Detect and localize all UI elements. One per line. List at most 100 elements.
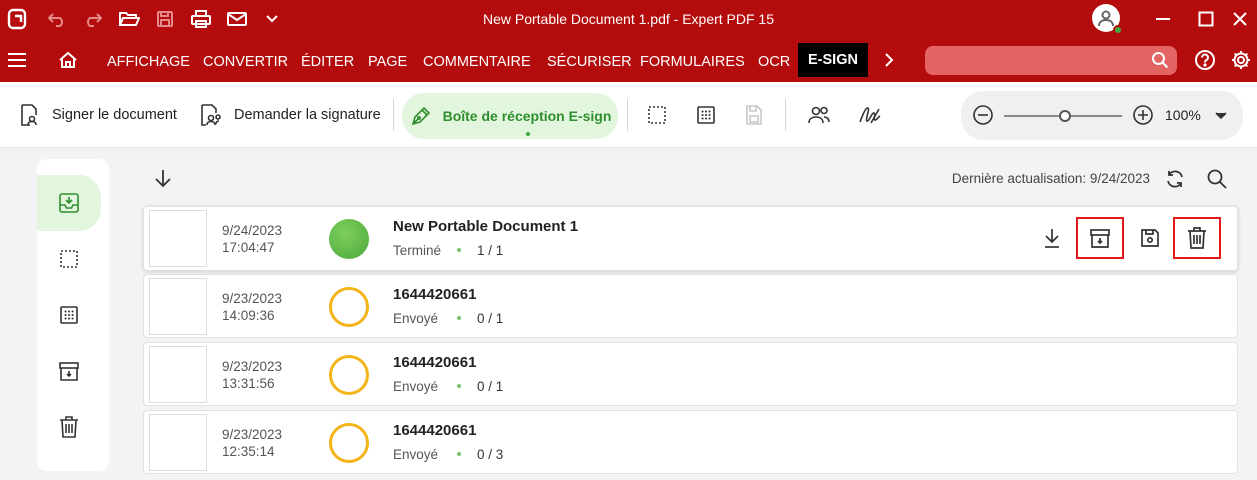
refresh-icon[interactable] (1161, 165, 1189, 193)
row-status: Envoyé (393, 311, 439, 326)
folder-trash[interactable] (37, 399, 101, 455)
inbox-icon (59, 193, 79, 213)
document-thumbnail (149, 278, 207, 335)
row-document-name: 1644420661 (393, 354, 477, 371)
document-thumbnail (149, 346, 207, 403)
row-status: Envoyé (393, 447, 439, 462)
sort-down-arrow-icon[interactable] (150, 165, 176, 191)
home-icon[interactable] (55, 38, 81, 82)
zoom-control: 100% (961, 91, 1243, 140)
tab-e-sign[interactable]: E-SIGN (798, 43, 868, 77)
row-document-name: New Portable Document 1 (393, 218, 579, 235)
tab-editer[interactable]: ÉDITER (301, 38, 354, 82)
document-row[interactable]: 9/24/2023 17:04:47 New Portable Document… (143, 206, 1238, 271)
tab-page[interactable]: PAGE (368, 38, 407, 82)
row-bullet (457, 316, 461, 320)
zoom-in-icon[interactable] (1132, 104, 1154, 126)
sign-document-label: Signer le document (52, 107, 177, 123)
row-signature-count: 1 / 1 (477, 243, 504, 258)
dotted-grid-icon[interactable] (691, 82, 721, 148)
request-signature-button[interactable]: Demander la signature (198, 82, 381, 148)
maximize-icon[interactable] (1191, 0, 1221, 38)
zoom-out-icon[interactable] (972, 104, 994, 126)
row-signature-count: 0 / 3 (477, 447, 504, 462)
archive-icon[interactable] (1076, 217, 1124, 259)
save-document-icon[interactable] (739, 82, 769, 148)
dashed-square-icon[interactable] (642, 82, 672, 148)
online-status-dot (1113, 25, 1123, 35)
document-row[interactable]: 9/23/2023 13:31:56 1644420661 Envoyé 0 /… (143, 342, 1238, 406)
tab-formulaires[interactable]: FORMULAIRES (640, 38, 745, 82)
pen-nib-icon (411, 106, 430, 126)
chevron-down-icon[interactable] (260, 0, 284, 38)
status-complete-indicator (329, 219, 369, 259)
download-icon[interactable] (1028, 217, 1076, 259)
trash-icon[interactable] (1173, 217, 1221, 259)
row-document-name: 1644420661 (393, 286, 477, 303)
menu-bar: AFFICHAGE CONVERTIR ÉDITER PAGE COMMENTA… (0, 38, 1257, 82)
row-signature-count: 0 / 1 (477, 379, 504, 394)
minimize-icon[interactable] (1148, 0, 1178, 38)
app-logo-icon[interactable] (4, 0, 30, 38)
toolbar-divider (785, 99, 786, 131)
signature-icon[interactable] (855, 82, 885, 148)
tab-convertir[interactable]: CONVERTIR (203, 38, 288, 82)
folder-inbox[interactable] (37, 175, 101, 231)
contacts-icon[interactable] (804, 82, 834, 148)
folder-drafts[interactable] (37, 231, 101, 287)
row-signature-count: 0 / 1 (477, 311, 504, 326)
folder-archive[interactable] (37, 343, 101, 399)
tab-affichage[interactable]: AFFICHAGE (107, 38, 190, 82)
zoom-slider-thumb[interactable] (1059, 110, 1071, 122)
row-date: 9/23/2023 (222, 291, 283, 306)
print-icon[interactable] (188, 0, 214, 38)
document-row[interactable]: 9/23/2023 12:35:14 1644420661 Envoyé 0 /… (143, 410, 1238, 474)
e-sign-inbox-button[interactable]: Boîte de réception E-sign (402, 93, 618, 139)
e-sign-toolbar: Signer le document Demander la signature… (0, 82, 1257, 148)
tab-commentaire[interactable]: COMMENTAIRE (423, 38, 531, 82)
save-icon[interactable] (152, 0, 178, 38)
tab-securiser[interactable]: SÉCURISER (547, 38, 632, 82)
active-indicator-dot (526, 132, 530, 136)
e-sign-inbox-label: Boîte de réception E-sign (442, 108, 612, 124)
row-bullet (457, 452, 461, 456)
row-time: 13:31:56 (222, 376, 275, 391)
row-time: 17:04:47 (222, 240, 275, 255)
zoom-level[interactable]: 100% (1165, 91, 1201, 140)
hamburger-menu-icon[interactable] (5, 38, 29, 82)
search-icon[interactable] (1151, 51, 1169, 69)
undo-icon[interactable] (44, 0, 70, 38)
help-icon[interactable] (1193, 38, 1217, 82)
row-time: 12:35:14 (222, 444, 275, 459)
sign-document-button[interactable]: Signer le document (18, 82, 177, 148)
request-signature-icon (201, 104, 221, 126)
title-bar: New Portable Document 1.pdf - Expert PDF… (0, 0, 1257, 38)
open-folder-icon[interactable] (116, 0, 142, 38)
row-date: 9/23/2023 (222, 427, 283, 442)
status-pending-indicator (329, 423, 369, 463)
zoom-dropdown-icon[interactable] (1215, 112, 1227, 120)
document-thumbnail (149, 414, 207, 471)
close-icon[interactable] (1225, 0, 1255, 38)
save-icon[interactable] (1126, 217, 1174, 259)
document-thumbnail (149, 210, 207, 267)
tab-ocr[interactable]: OCR (758, 38, 790, 82)
redo-icon[interactable] (80, 0, 106, 38)
search-icon[interactable] (1203, 165, 1231, 193)
dashed-square-icon (60, 250, 78, 268)
request-signature-label: Demander la signature (234, 107, 381, 123)
settings-gear-icon[interactable] (1229, 38, 1253, 82)
document-row[interactable]: 9/23/2023 14:09:36 1644420661 Envoyé 0 /… (143, 274, 1238, 338)
row-time: 14:09:36 (222, 308, 275, 323)
toolbar-divider (393, 99, 394, 131)
email-icon[interactable] (224, 0, 250, 38)
chevron-right-icon[interactable] (879, 38, 899, 82)
status-pending-indicator (329, 287, 369, 327)
row-bullet (457, 384, 461, 388)
user-icon[interactable] (1092, 4, 1123, 35)
search-input[interactable] (925, 46, 1177, 75)
row-status: Terminé (393, 243, 442, 258)
folder-templates[interactable] (37, 287, 101, 343)
status-pending-indicator (329, 355, 369, 395)
row-document-name: 1644420661 (393, 422, 477, 439)
